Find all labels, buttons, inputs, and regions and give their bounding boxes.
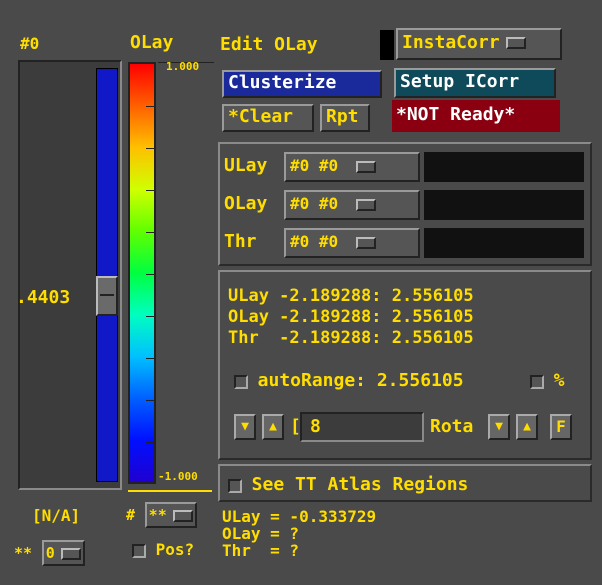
slider-thumb-groove [100, 293, 114, 296]
rota-up-arrow-icon[interactable]: ▲ [516, 414, 538, 440]
power-select[interactable]: 0 [41, 540, 85, 566]
sub-brick-label: ULay [224, 155, 268, 176]
option-indicator-icon [505, 37, 526, 49]
sub-brick-info-area [424, 152, 584, 182]
colorbar-tick [146, 274, 156, 275]
atlas-label: See TT Atlas Regions [251, 474, 469, 495]
colorbar-underline [128, 490, 212, 492]
clear-button[interactable]: *Clear [222, 104, 314, 132]
readout-ulay: ULay = -0.333729 [222, 507, 377, 526]
sub-brick-row-olay: OLay #0 #0 [224, 188, 586, 222]
range-line-ulay: ULay -2.189288: 2.556105 [228, 286, 474, 306]
auto-range-checkbox[interactable] [234, 374, 248, 389]
colorbar-tick [146, 358, 156, 359]
sub-brick-info-area [424, 190, 584, 220]
sub-brick-select[interactable]: #0 #0 [284, 152, 420, 182]
power-prefix: ** [14, 544, 33, 562]
colorbar-max: 1.000 [166, 60, 200, 73]
threshold-value: .4403 [16, 287, 71, 308]
range-up-arrow-icon[interactable]: ▲ [262, 414, 284, 440]
sub-brick-row-ulay: ULay #0 #0 [224, 150, 586, 184]
sub-brick-row-thr: Thr #0 #0 [224, 226, 586, 260]
insta-corr-button[interactable]: InstaCorr [396, 28, 562, 60]
range-value-input[interactable]: 8 [300, 412, 424, 442]
colorbar-tick [146, 400, 156, 401]
rota-down-arrow-icon[interactable]: ▼ [488, 414, 510, 440]
sub-brick-info-area [424, 228, 584, 258]
option-indicator-icon [60, 547, 81, 560]
option-indicator-icon [172, 509, 193, 522]
pos-label: Pos? [155, 540, 195, 559]
na-label: [N/A] [32, 506, 81, 525]
clusterize-button[interactable]: Clusterize [222, 70, 382, 98]
percent-toggle[interactable]: % [530, 370, 564, 391]
edit-olay-label: Edit OLay [220, 34, 318, 55]
olay-label: OLay [130, 32, 174, 53]
atlas-toggle[interactable]: See TT Atlas Regions [228, 474, 468, 495]
rpt-button[interactable]: Rpt [320, 104, 370, 132]
colorbar-min: -1.000 [158, 470, 198, 483]
auto-range-label: autoRange: 2.556105 [257, 370, 464, 391]
percent-label: % [553, 370, 565, 391]
slice-label: #0 [20, 34, 40, 53]
colorbar-tick [146, 316, 156, 317]
setup-icorr-button[interactable]: Setup ICorr [394, 68, 556, 98]
readout-olay: OLay = ? [222, 524, 300, 543]
auto-range-toggle[interactable]: autoRange: 2.556105 [234, 370, 464, 391]
hash-label: # [126, 506, 136, 524]
range-line-thr: Thr -2.189288: 2.556105 [228, 328, 474, 348]
flip-button[interactable]: F [550, 414, 572, 440]
not-ready-status: *NOT Ready* [392, 100, 560, 132]
readout-thr: Thr = ? [222, 541, 300, 560]
atlas-checkbox[interactable] [228, 478, 242, 493]
sub-brick-panel: ULay #0 #0 OLay #0 #0 Thr #0 #0 [218, 142, 592, 266]
option-indicator-icon [356, 198, 377, 211]
colorbar-tick [146, 190, 156, 191]
rota-label: Rota [430, 416, 474, 437]
power-selector[interactable]: ** 0 [14, 540, 85, 566]
colorbar-tick [146, 106, 156, 107]
colorbar-pane-select[interactable]: ** [144, 502, 197, 528]
range-line-olay: OLay -2.189288: 2.556105 [228, 307, 474, 327]
pos-toggle[interactable]: Pos? [132, 540, 194, 559]
insta-corr-indicator [380, 30, 394, 60]
option-indicator-icon [356, 236, 377, 249]
threshold-slider-track[interactable]: .4403 [16, 60, 122, 490]
atlas-panel: See TT Atlas Regions [218, 464, 592, 502]
sub-brick-label: OLay [224, 193, 268, 214]
range-down-arrow-icon[interactable]: ▼ [234, 414, 256, 440]
colorbar-tick [146, 232, 156, 233]
range-panel: ULay -2.189288: 2.556105 OLay -2.189288:… [218, 270, 592, 460]
percent-checkbox[interactable] [530, 374, 544, 389]
colorbar[interactable] [128, 62, 156, 484]
colorbar-select-group[interactable]: # ** [126, 502, 197, 528]
pos-checkbox[interactable] [132, 543, 146, 558]
sub-brick-select[interactable]: #0 #0 [284, 228, 420, 258]
sub-brick-select[interactable]: #0 #0 [284, 190, 420, 220]
threshold-slider-thumb[interactable] [96, 275, 118, 316]
colorbar-tick [146, 442, 156, 443]
sub-brick-label: Thr [224, 231, 257, 252]
colorbar-tick [146, 148, 156, 149]
option-indicator-icon [356, 160, 377, 173]
